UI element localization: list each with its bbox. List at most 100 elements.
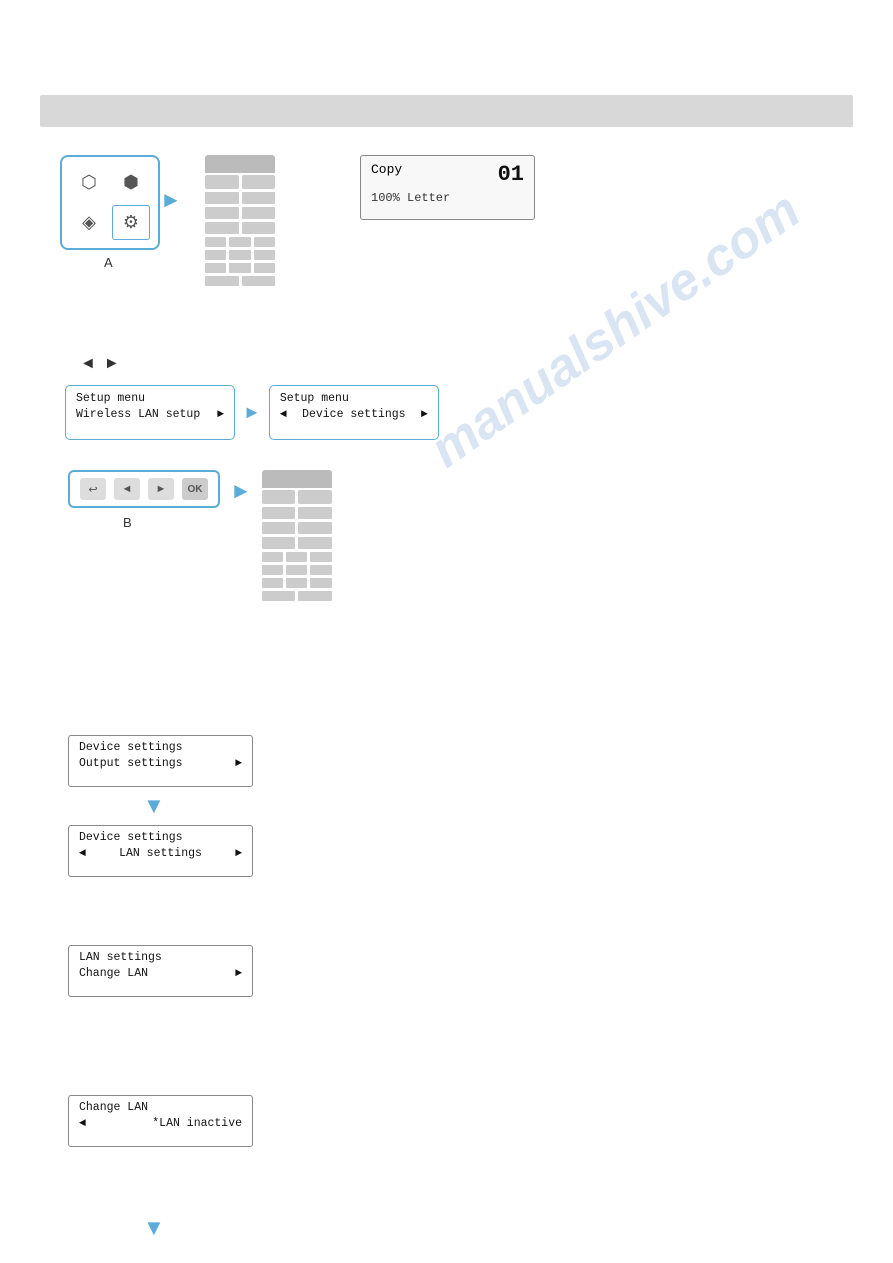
nav-buttons-panel: ↩ ◄ ► OK <box>68 470 220 508</box>
lan-inactive-title: Change LAN <box>79 1101 242 1114</box>
pk6 <box>242 222 276 234</box>
printer-bottom-keys <box>205 276 275 286</box>
icon-scan: ⬢ <box>112 165 150 201</box>
printer-keypad-3col <box>205 237 275 273</box>
output-settings-box: Device settings Output settings ► <box>68 735 253 787</box>
top-bar <box>40 95 853 127</box>
pk3 <box>205 207 239 219</box>
section2: ↩ ◄ ► OK B ► <box>68 470 337 630</box>
pk3c8 <box>229 263 250 273</box>
menu-box-device: Setup menu ◄ Device settings ► <box>269 385 439 440</box>
icon-fax: ◈ <box>70 205 108 241</box>
change-lan-settings-box: LAN settings Change LAN ► <box>68 945 253 997</box>
change-lan-section: Change LAN ◄ *LAN inactive <box>68 1095 253 1147</box>
pk3c4 <box>205 250 226 260</box>
change-lan-label: Change LAN <box>79 967 148 980</box>
final-down-arrow: ▼ <box>143 1215 165 1241</box>
copy-size: 100% Letter <box>371 191 450 205</box>
pk1 <box>205 192 239 204</box>
pk5 <box>205 222 239 234</box>
nav-left-arrow: ◄ <box>80 355 96 373</box>
printer-device-1 <box>200 155 280 315</box>
device-left-arrow: ◄ <box>280 408 287 421</box>
printer2-buttons-row <box>262 490 332 504</box>
down-arrow-1: ▼ <box>143 793 253 819</box>
button-panel-a: ⬡ ⬢ ◈ ⚙ A <box>60 155 160 250</box>
pkb1 <box>205 276 239 286</box>
printer-btn-2 <box>242 175 276 189</box>
p2k3c5 <box>286 565 307 575</box>
menu-box-device-sub: ◄ Device settings ► <box>280 408 428 421</box>
pk4 <box>242 207 276 219</box>
arrow-panel-to-printer: ► <box>160 190 200 210</box>
nav-ok-btn[interactable]: OK <box>182 478 208 500</box>
pk3c3 <box>254 237 275 247</box>
nav-right-btn[interactable]: ► <box>148 478 174 500</box>
panel-a-label: A <box>104 255 113 270</box>
menu-boxes-row: Setup menu Wireless LAN setup ► ► Setup … <box>65 385 439 440</box>
p2k4 <box>298 522 332 534</box>
printer2-btn-1 <box>262 490 296 504</box>
p2k3c9 <box>310 578 331 588</box>
pk3c1 <box>205 237 226 247</box>
change-lan-arrow: ► <box>235 967 242 980</box>
p2kb2 <box>298 591 332 601</box>
p2k1 <box>262 507 296 519</box>
nav-left-btn[interactable]: ◄ <box>114 478 140 500</box>
printer2-top-bar <box>262 470 332 488</box>
pk3c7 <box>205 263 226 273</box>
lan-settings-sub: ◄ LAN settings ► <box>79 847 242 860</box>
output-settings-label: Output settings <box>79 757 183 770</box>
p2k2 <box>298 507 332 519</box>
nav-back-btn[interactable]: ↩ <box>80 478 106 500</box>
device-settings-label: Device settings <box>302 408 406 421</box>
menu-box-device-title: Setup menu <box>280 392 428 405</box>
printer-device-2 <box>257 470 337 630</box>
panel-b-label: B <box>123 515 132 530</box>
lan-left-arrow: ◄ <box>79 847 86 860</box>
p2k3c4 <box>262 565 283 575</box>
p2k6 <box>298 537 332 549</box>
output-settings-sub: Output settings ► <box>79 757 242 770</box>
p2k3c3 <box>310 552 331 562</box>
nav-right-arrow: ► <box>104 355 120 373</box>
lan-section: LAN settings Change LAN ► <box>68 945 253 997</box>
pk3c6 <box>254 250 275 260</box>
lan-settings-label: LAN settings <box>119 847 202 860</box>
nav-to-printer-arrow: ► <box>230 478 252 504</box>
p2k3c2 <box>286 552 307 562</box>
printer2-btn-2 <box>298 490 332 504</box>
watermark: manualshive.com <box>419 180 811 479</box>
p2k3 <box>262 522 296 534</box>
printer-buttons-row <box>205 175 275 189</box>
printer2-bottom-keys <box>262 591 332 601</box>
lan-right-arrow: ► <box>235 847 242 860</box>
printer-keypad-2col <box>205 192 275 234</box>
lan-inactive-sub: ◄ *LAN inactive <box>79 1117 242 1130</box>
lan-inactive-arrow: ◄ <box>79 1117 86 1130</box>
printer-btn-1 <box>205 175 239 189</box>
device-right-arrow: ► <box>421 408 428 421</box>
menu-box-wireless-sub: Wireless LAN setup ► <box>76 408 224 421</box>
icon-settings-highlighted: ⚙ <box>112 205 150 241</box>
printer2-keypad-3col <box>262 552 332 588</box>
menu-box-wireless: Setup menu Wireless LAN setup ► <box>65 385 235 440</box>
change-lan-sub: Change LAN ► <box>79 967 242 980</box>
p2k3c1 <box>262 552 283 562</box>
pk3c9 <box>254 263 275 273</box>
p2kb1 <box>262 591 296 601</box>
change-lan-title: LAN settings <box>79 951 242 964</box>
pkb2 <box>242 276 276 286</box>
output-settings-title: Device settings <box>79 741 242 754</box>
lan-inactive-label: *LAN inactive <box>152 1117 242 1130</box>
printer2-keypad-2col <box>262 507 332 549</box>
lan-inactive-box: Change LAN ◄ *LAN inactive <box>68 1095 253 1147</box>
p2k3c8 <box>286 578 307 588</box>
menu-box-wireless-title: Setup menu <box>76 392 224 405</box>
p2k3c7 <box>262 578 283 588</box>
icon-copy: ⬡ <box>70 165 108 201</box>
copy-label: Copy <box>371 162 402 187</box>
nav-arrows-row: ◄ ► <box>80 355 120 373</box>
copy-number: 01 <box>498 162 524 187</box>
lan-settings-box: Device settings ◄ LAN settings ► <box>68 825 253 877</box>
